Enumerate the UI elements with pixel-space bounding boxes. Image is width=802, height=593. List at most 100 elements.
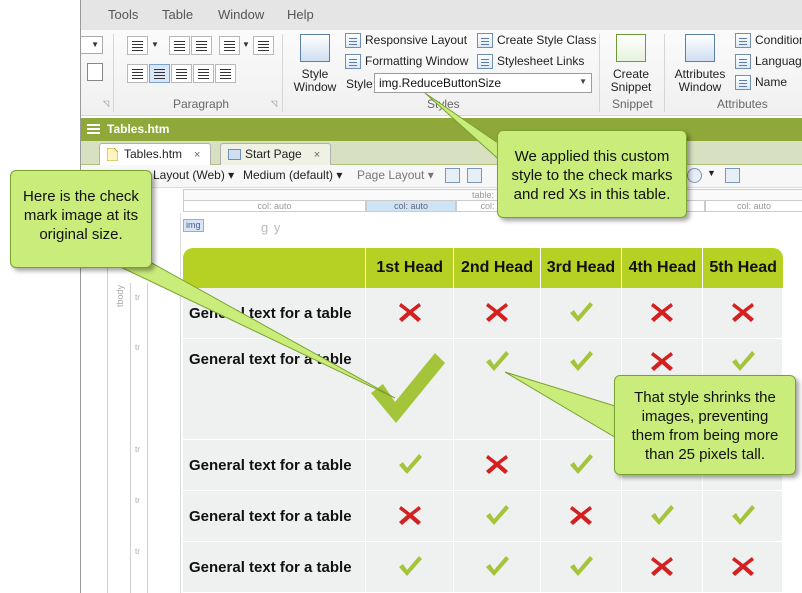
menu-window[interactable]: Window <box>218 7 264 22</box>
table-header-cell[interactable]: 4th Head <box>622 248 704 288</box>
table-cell[interactable] <box>366 339 455 440</box>
create-snippet-button[interactable]: Create Snippet <box>605 34 657 94</box>
table-cell[interactable] <box>454 542 541 593</box>
table-cell[interactable] <box>622 542 704 593</box>
align-right-button[interactable] <box>171 64 192 83</box>
table-cell[interactable] <box>540 542 623 593</box>
ruler-table[interactable]: table: auto <box>183 189 802 200</box>
paragraph-marks-button[interactable] <box>253 36 274 55</box>
menu-tools[interactable]: Tools <box>108 7 138 22</box>
table-header-cell[interactable]: 3rd Head <box>540 248 623 288</box>
menu-help[interactable]: Help <box>287 7 314 22</box>
clear-format-button[interactable] <box>215 64 236 83</box>
check-icon <box>484 503 510 527</box>
preview-icon[interactable] <box>445 168 460 183</box>
table-cell[interactable] <box>540 339 623 440</box>
close-icon[interactable]: × <box>194 149 200 161</box>
chevron-down-icon[interactable]: ▼ <box>151 40 159 49</box>
table-cell[interactable] <box>540 288 623 339</box>
dialog-launcher-icon[interactable]: ◹ <box>103 99 109 108</box>
outdent-button[interactable] <box>169 36 190 55</box>
table-cell[interactable] <box>703 542 783 593</box>
structure-gutter: tbody tr tr tr tr tr <box>81 213 181 593</box>
conditions-button[interactable]: Condition <box>735 31 802 49</box>
name-icon <box>735 74 751 90</box>
table-cell[interactable] <box>703 491 783 542</box>
print-icon[interactable] <box>467 168 482 183</box>
chevron-down-icon[interactable]: ▼ <box>707 168 716 178</box>
tbody-tag[interactable]: tbody <box>115 285 125 307</box>
img-tag[interactable]: img <box>183 219 204 232</box>
table-row-label[interactable]: General text for a table <box>183 288 366 339</box>
align-left-button[interactable] <box>127 64 148 83</box>
table-header-cell[interactable] <box>183 248 366 288</box>
close-icon[interactable]: × <box>314 149 320 161</box>
table-cell[interactable] <box>454 288 541 339</box>
table-row-label[interactable]: General text for a table <box>183 440 366 491</box>
table-cell[interactable] <box>366 491 455 542</box>
table-row-label[interactable]: General text for a table <box>183 339 366 440</box>
tr-tag[interactable]: tr <box>135 547 140 556</box>
menu-table[interactable]: Table <box>162 7 193 22</box>
tr-tag[interactable]: tr <box>135 343 140 352</box>
red-x-icon <box>484 452 510 476</box>
formatting-window-label: Formatting Window <box>365 54 469 68</box>
create-style-class-button[interactable]: Create Style Class <box>477 31 596 49</box>
responsive-layout-button[interactable]: Responsive Layout <box>345 31 467 49</box>
attributes-window-button[interactable]: Attributes Window <box>670 34 730 94</box>
create-snippet-icon <box>616 34 646 62</box>
table-header-cell[interactable]: 1st Head <box>366 248 455 288</box>
tr-tag[interactable]: tr <box>135 445 140 454</box>
font-dropdown[interactable]: ▼ <box>81 36 103 54</box>
page-layout-dropdown[interactable]: Page Layout ▾ <box>357 168 434 182</box>
medium-dropdown[interactable]: Medium (default) ▾ <box>243 168 342 182</box>
table-cell[interactable] <box>366 542 455 593</box>
align-center-button[interactable] <box>149 64 170 83</box>
table-cell[interactable] <box>540 491 623 542</box>
stylesheet-links-button[interactable]: Stylesheet Links <box>477 52 584 70</box>
table-cell[interactable] <box>454 491 541 542</box>
table-cell[interactable] <box>622 288 704 339</box>
table-row: General text for a table <box>183 542 783 593</box>
chevron-down-icon[interactable]: ▼ <box>242 40 250 49</box>
table-header-cell[interactable]: 5th Head <box>703 248 783 288</box>
check-icon <box>484 349 510 373</box>
bullets-button[interactable] <box>127 36 148 55</box>
ruler-col[interactable]: col: auto <box>183 200 366 212</box>
markers-icon[interactable] <box>725 168 740 183</box>
indent-button[interactable] <box>191 36 212 55</box>
list-style-button[interactable] <box>219 36 240 55</box>
table-cell[interactable] <box>622 491 704 542</box>
menu-icon[interactable] <box>87 124 100 126</box>
table-cell[interactable] <box>454 339 541 440</box>
red-x-icon <box>397 503 423 527</box>
tr-tag[interactable]: tr <box>135 496 140 505</box>
layout-dropdown[interactable]: Layout (Web) ▾ <box>153 168 234 182</box>
ruler-col[interactable]: col: auto <box>705 200 802 212</box>
language-button[interactable]: Language <box>735 52 802 70</box>
table-cell[interactable] <box>540 440 623 491</box>
create-style-class-label: Create Style Class <box>497 33 597 47</box>
callout-right: That style shrinks the images, preventin… <box>614 375 796 475</box>
eye-icon[interactable] <box>687 168 702 183</box>
tr-tag[interactable]: tr <box>135 293 140 302</box>
table-cell[interactable] <box>454 440 541 491</box>
table-cell[interactable] <box>366 440 455 491</box>
table-header-cell[interactable]: 2nd Head <box>454 248 541 288</box>
table-cell[interactable] <box>703 288 783 339</box>
format-icon[interactable] <box>87 63 103 81</box>
style-select[interactable]: img.ReduceButtonSize ▼ <box>374 73 592 93</box>
attributes-window-label-2: Window <box>678 80 722 94</box>
check-icon <box>397 452 423 476</box>
tab-tables-htm[interactable]: Tables.htm × <box>99 143 212 165</box>
formatting-window-button[interactable]: Formatting Window <box>345 52 468 70</box>
table-row-label[interactable]: General text for a table <box>183 542 366 593</box>
table-cell[interactable] <box>366 288 455 339</box>
name-button[interactable]: Name <box>735 73 787 91</box>
tab-start-page[interactable]: Start Page × <box>220 143 332 165</box>
style-window-button[interactable]: Style Window <box>290 34 340 94</box>
table-row-label[interactable]: General text for a table <box>183 491 366 542</box>
ruler-col-selected[interactable]: col: auto <box>366 200 456 212</box>
justify-button[interactable] <box>193 64 214 83</box>
dialog-launcher-icon[interactable]: ◹ <box>271 99 277 108</box>
